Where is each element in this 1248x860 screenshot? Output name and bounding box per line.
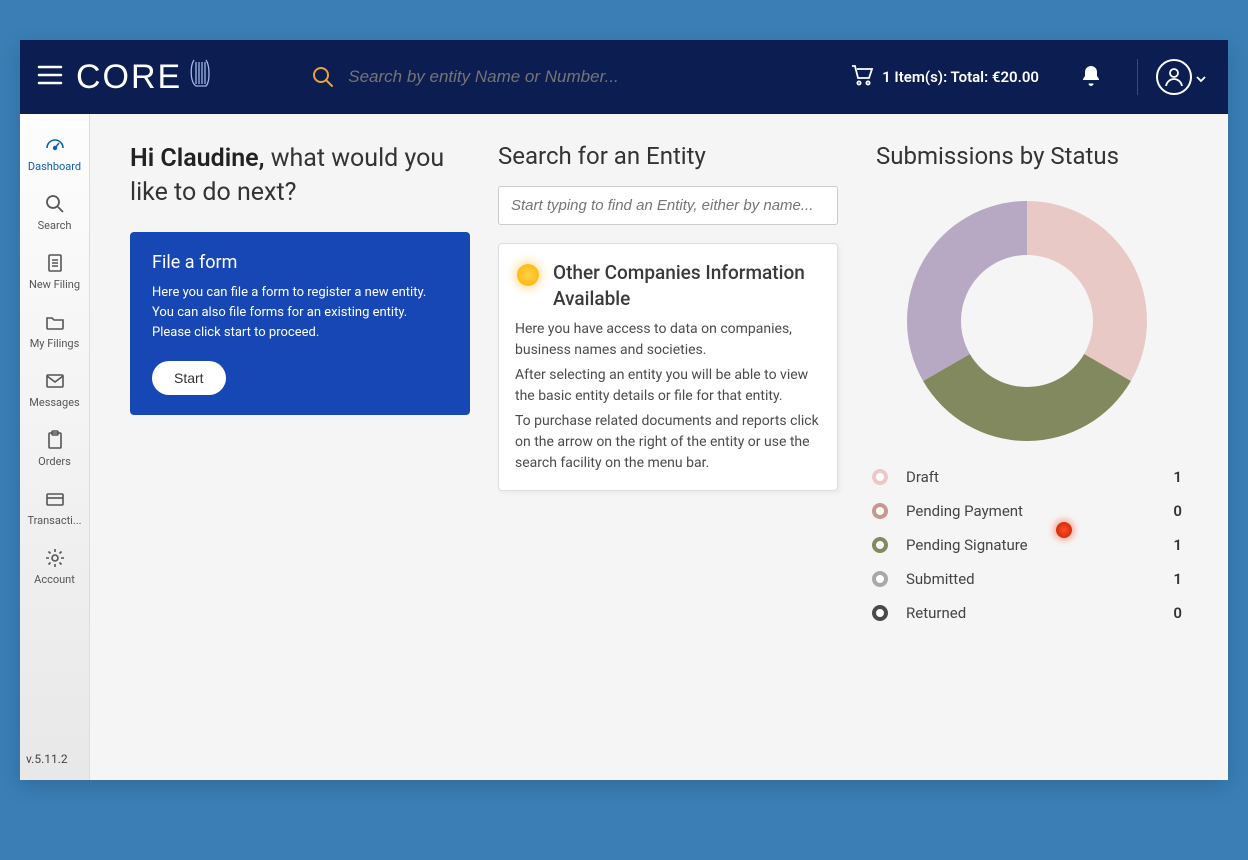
legend-label: Pending Payment bbox=[906, 502, 1148, 520]
info-card-text: After selecting an entity you will be ab… bbox=[515, 365, 821, 407]
cart-button[interactable]: 1 Item(s): Total: €20.00 bbox=[850, 64, 1039, 90]
global-search bbox=[312, 66, 826, 88]
sidebar-item-my-filings[interactable]: My Filings bbox=[20, 301, 89, 360]
sidebar-item-account[interactable]: Account bbox=[20, 537, 89, 596]
cart-summary: 1 Item(s): Total: €20.00 bbox=[882, 68, 1039, 86]
legend-count: 1 bbox=[1166, 536, 1182, 554]
sidebar-item-label: My Filings bbox=[30, 337, 80, 350]
global-search-input[interactable] bbox=[348, 67, 826, 87]
sidebar-item-dashboard[interactable]: Dashboard bbox=[20, 124, 89, 183]
search-icon bbox=[312, 66, 334, 88]
harp-icon bbox=[188, 56, 212, 99]
avatar-icon bbox=[1156, 59, 1192, 95]
info-card-text: To purchase related documents and report… bbox=[515, 411, 821, 474]
legend-count: 0 bbox=[1166, 502, 1182, 520]
legend-row[interactable]: Pending Signature 1 bbox=[872, 536, 1182, 554]
logo-text: CORE bbox=[76, 58, 182, 97]
clipboard-icon bbox=[44, 429, 66, 451]
submissions-legend: Draft 1 Pending Payment 0 Pending Signature 1… bbox=[866, 468, 1188, 622]
legend-dot-icon bbox=[872, 605, 888, 621]
gear-icon bbox=[44, 547, 66, 569]
legend-label: Pending Signature bbox=[906, 536, 1148, 554]
file-form-line: Please click start to proceed. bbox=[152, 323, 448, 343]
notifications-button[interactable] bbox=[1081, 64, 1101, 90]
search-section-title: Search for an Entity bbox=[498, 142, 838, 170]
content-area: Hi Claudine, what would you like to do n… bbox=[90, 114, 1228, 780]
sidebar-item-label: New Filing bbox=[29, 278, 80, 291]
search-icon bbox=[44, 193, 66, 215]
donut-slice[interactable] bbox=[1027, 201, 1147, 381]
legend-dot-icon bbox=[872, 571, 888, 587]
legend-dot-icon bbox=[872, 537, 888, 553]
info-card-text: Here you have access to data on companie… bbox=[515, 319, 821, 361]
envelope-icon bbox=[44, 370, 66, 392]
legend-row[interactable]: Draft 1 bbox=[872, 468, 1182, 486]
app-logo[interactable]: CORE bbox=[76, 56, 212, 99]
gauge-icon bbox=[44, 134, 66, 156]
greeting-name: Hi Claudine, bbox=[130, 144, 265, 173]
file-form-title: File a form bbox=[152, 252, 448, 273]
legend-label: Submitted bbox=[906, 570, 1148, 588]
file-form-line: Here you can file a form to register a n… bbox=[152, 283, 448, 303]
legend-label: Returned bbox=[906, 604, 1148, 622]
legend-dot-icon bbox=[872, 503, 888, 519]
topbar: CORE 1 Item(s): Total: €20.00 bbox=[20, 40, 1228, 114]
card-icon bbox=[44, 488, 66, 510]
legend-dot-icon bbox=[872, 469, 888, 485]
account-menu[interactable] bbox=[1137, 59, 1206, 95]
sun-icon bbox=[517, 264, 539, 286]
submissions-title: Submissions by Status bbox=[876, 142, 1188, 170]
start-button[interactable]: Start bbox=[152, 361, 226, 395]
legend-row[interactable]: Returned 0 bbox=[872, 604, 1182, 622]
file-form-card: File a form Here you can file a form to … bbox=[130, 232, 470, 415]
folder-icon bbox=[44, 311, 66, 333]
sidebar-item-messages[interactable]: Messages bbox=[20, 360, 89, 419]
chevron-down-icon bbox=[1196, 68, 1206, 87]
file-lines-icon bbox=[44, 252, 66, 274]
sidebar-item-search[interactable]: Search bbox=[20, 183, 89, 242]
legend-label: Draft bbox=[906, 468, 1148, 486]
sidebar-item-label: Account bbox=[34, 573, 75, 586]
sidebar-item-label: Messages bbox=[29, 396, 79, 409]
sidebar: Dashboard Search New Filing My Filings M… bbox=[20, 114, 90, 780]
legend-count: 1 bbox=[1166, 468, 1182, 486]
legend-count: 1 bbox=[1166, 570, 1182, 588]
sidebar-item-label: Dashboard bbox=[28, 160, 81, 173]
sidebar-item-new-filing[interactable]: New Filing bbox=[20, 242, 89, 301]
donut-slice[interactable] bbox=[923, 354, 1131, 441]
sidebar-item-transactions[interactable]: Transacti... bbox=[20, 478, 89, 537]
legend-row[interactable]: Pending Payment 0 bbox=[872, 502, 1182, 520]
file-form-line: You can also file forms for an existing … bbox=[152, 303, 448, 323]
info-card: Other Companies Information Available He… bbox=[498, 243, 838, 491]
sidebar-item-orders[interactable]: Orders bbox=[20, 419, 89, 478]
entity-search-input[interactable] bbox=[498, 186, 838, 225]
sidebar-item-label: Transacti... bbox=[27, 514, 81, 527]
legend-row[interactable]: Submitted 1 bbox=[872, 570, 1182, 588]
cart-icon bbox=[850, 64, 874, 90]
info-card-title: Other Companies Information Available bbox=[553, 260, 821, 311]
sidebar-item-label: Orders bbox=[38, 455, 71, 468]
greeting: Hi Claudine, what would you like to do n… bbox=[130, 142, 470, 210]
menu-toggle[interactable] bbox=[30, 64, 70, 90]
submissions-donut-chart bbox=[866, 196, 1188, 446]
version-label: v.5.11.2 bbox=[20, 738, 89, 780]
sidebar-item-label: Search bbox=[38, 219, 72, 232]
legend-count: 0 bbox=[1166, 604, 1182, 622]
donut-slice[interactable] bbox=[907, 201, 1027, 381]
cursor-indicator bbox=[1056, 522, 1072, 538]
